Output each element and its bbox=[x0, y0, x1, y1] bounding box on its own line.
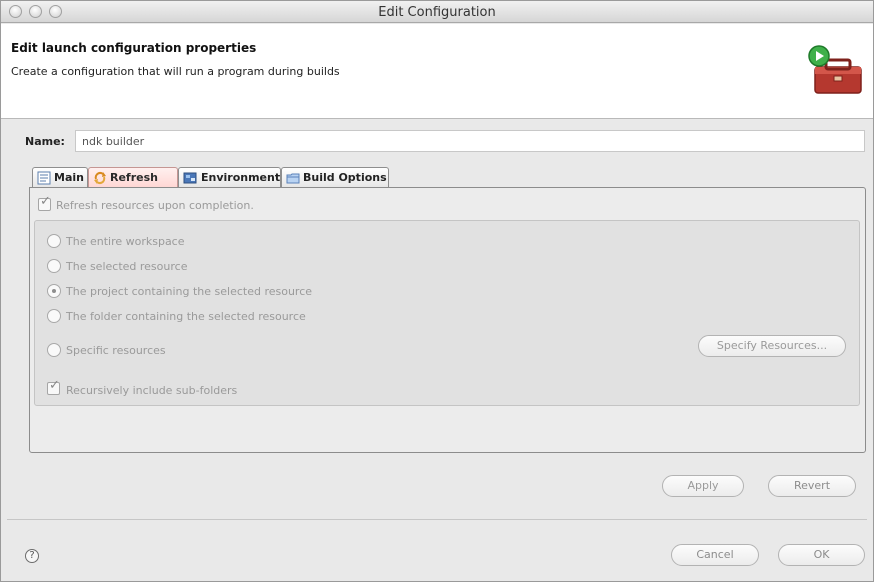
tab-environment[interactable]: Environment bbox=[178, 167, 281, 188]
ok-button[interactable]: OK bbox=[778, 544, 865, 566]
footer-divider bbox=[7, 519, 867, 520]
cancel-button[interactable]: Cancel bbox=[671, 544, 759, 566]
help-icon[interactable]: ? bbox=[25, 549, 39, 563]
recursive-subfolders-label: Recursively include sub-folders bbox=[66, 384, 238, 397]
tab-build-options-label: Build Options bbox=[303, 171, 387, 184]
recursive-subfolders-checkbox[interactable]: ✓ bbox=[47, 378, 60, 395]
apply-button[interactable]: Apply bbox=[662, 475, 744, 497]
tab-refresh[interactable]: Refresh bbox=[88, 167, 178, 188]
header-description: Create a configuration that will run a p… bbox=[11, 65, 340, 78]
specify-resources-button[interactable]: Specify Resources... bbox=[698, 335, 846, 357]
radio-specific-resources-label: Specific resources bbox=[66, 344, 166, 357]
refresh-resources-checkbox[interactable]: ✓ bbox=[38, 194, 51, 211]
tab-main-label: Main bbox=[54, 171, 84, 184]
tab-refresh-label: Refresh bbox=[110, 171, 158, 184]
radio-project-containing-label: The project containing the selected reso… bbox=[66, 285, 313, 298]
radio-entire-workspace[interactable] bbox=[47, 234, 61, 248]
radio-selected-resource-label: The selected resource bbox=[66, 260, 188, 273]
radio-folder-containing[interactable] bbox=[47, 309, 61, 323]
radio-folder-containing-label: The folder containing the selected resou… bbox=[66, 310, 306, 323]
checkmark-icon: ✓ bbox=[49, 378, 60, 393]
tab-build-options[interactable]: Build Options bbox=[281, 167, 389, 188]
header-title: Edit launch configuration properties bbox=[11, 41, 257, 55]
name-label: Name: bbox=[25, 135, 65, 148]
edit-configuration-dialog: Edit Configuration Edit launch configura… bbox=[0, 0, 874, 582]
radio-specific-resources[interactable] bbox=[47, 343, 61, 357]
radio-selected-dot bbox=[52, 289, 56, 293]
title-bar: Edit Configuration bbox=[1, 1, 873, 23]
toolbox-run-icon bbox=[808, 45, 862, 94]
refresh-tab-icon bbox=[94, 171, 106, 185]
radio-project-containing[interactable] bbox=[47, 284, 61, 298]
tab-main[interactable]: Main bbox=[32, 167, 88, 188]
radio-selected-resource[interactable] bbox=[47, 259, 61, 273]
radio-entire-workspace-label: The entire workspace bbox=[66, 235, 185, 248]
build-options-tab-icon bbox=[286, 173, 300, 184]
refresh-resources-label: Refresh resources upon completion. bbox=[56, 199, 254, 212]
name-input[interactable] bbox=[75, 130, 865, 152]
dialog-header: Edit launch configuration properties Cre… bbox=[1, 24, 873, 119]
revert-button[interactable]: Revert bbox=[768, 475, 856, 497]
window-title: Edit Configuration bbox=[378, 5, 496, 20]
environment-tab-icon bbox=[183, 172, 197, 184]
checkmark-icon: ✓ bbox=[40, 194, 51, 209]
tab-environment-label: Environment bbox=[201, 171, 281, 184]
main-tab-icon bbox=[37, 171, 51, 185]
